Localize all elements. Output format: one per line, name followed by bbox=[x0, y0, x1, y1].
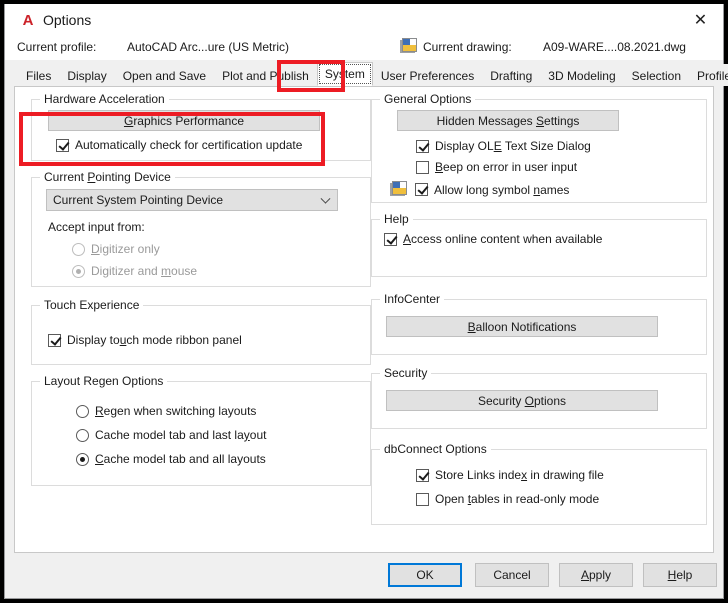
group-layout-regen-options: Layout Regen Options Regen when switchin… bbox=[31, 374, 371, 486]
apply-button[interactable]: Apply bbox=[559, 563, 633, 587]
radio-cache-last-layout-label: Cache model tab and last layout bbox=[95, 428, 267, 442]
allow-long-symbol-names-row[interactable]: Allow long symbol names bbox=[390, 181, 569, 198]
display-touch-mode-checkbox[interactable] bbox=[48, 333, 61, 347]
group-help: Help Access online content when availabl… bbox=[371, 212, 707, 277]
tab-system[interactable]: System bbox=[316, 62, 373, 86]
beep-on-error-checkbox[interactable] bbox=[416, 160, 429, 174]
radio-digitizer-only-row[interactable]: Digitizer only bbox=[72, 242, 160, 256]
store-links-index-row[interactable]: Store Links index in drawing file bbox=[416, 468, 604, 482]
group-hardware-acceleration: Hardware Acceleration Graphics Performan… bbox=[31, 92, 371, 161]
graphics-performance-label: Graphics Performance bbox=[123, 113, 245, 128]
radio-regen-switching-row[interactable]: Regen when switching layouts bbox=[76, 404, 256, 418]
group-dbconnect-options: dbConnect Options Store Links index in d… bbox=[371, 442, 707, 525]
radio-digitizer-and-mouse-row[interactable]: Digitizer and mouse bbox=[72, 264, 197, 278]
auto-check-certification-checkbox[interactable] bbox=[56, 138, 69, 152]
security-options-label: Security Options bbox=[477, 393, 567, 408]
current-profile-label: Current profile: bbox=[17, 40, 97, 54]
auto-check-certification-row[interactable]: Automatically check for certification up… bbox=[56, 138, 302, 152]
group-title-dbconnect: dbConnect Options bbox=[380, 442, 491, 456]
window-title: Options bbox=[43, 12, 92, 28]
access-online-content-checkbox[interactable] bbox=[384, 232, 397, 246]
cancel-button[interactable]: Cancel bbox=[475, 563, 549, 587]
allow-long-symbol-names-checkbox[interactable] bbox=[415, 183, 428, 196]
pointing-device-value: Current System Pointing Device bbox=[53, 193, 224, 207]
radio-cache-all-layouts-label: Cache model tab and all layouts bbox=[95, 452, 266, 466]
hidden-messages-settings-label: Hidden Messages Settings bbox=[436, 113, 580, 128]
help-button[interactable]: Help bbox=[643, 563, 717, 587]
radio-cache-last-layout-row[interactable]: Cache model tab and last layout bbox=[76, 428, 266, 442]
radio-cache-model-all-layouts[interactable] bbox=[76, 452, 89, 466]
tab-selection[interactable]: Selection bbox=[623, 64, 690, 86]
current-drawing-label: Current drawing: bbox=[423, 40, 512, 54]
options-dialog-window: A Options ✕ Current profile: AutoCAD Arc… bbox=[4, 4, 728, 599]
graphics-performance-button[interactable]: Graphics Performance bbox=[48, 110, 320, 131]
system-tab-panel: Hardware Acceleration Graphics Performan… bbox=[14, 86, 714, 553]
security-options-button[interactable]: Security Options bbox=[386, 390, 658, 411]
current-profile-value: AutoCAD Arc...ure (US Metric) bbox=[127, 40, 290, 54]
display-touch-mode-row[interactable]: Display touch mode ribbon panel bbox=[48, 333, 242, 347]
tab-open-and-save[interactable]: Open and Save bbox=[114, 64, 215, 86]
tab-drafting[interactable]: Drafting bbox=[482, 64, 541, 86]
balloon-notifications-button[interactable]: Balloon Notifications bbox=[386, 316, 658, 337]
store-links-index-label: Store Links index in drawing file bbox=[435, 468, 604, 482]
tab-display[interactable]: Display bbox=[59, 64, 115, 86]
display-ole-text-size-checkbox[interactable] bbox=[416, 139, 429, 153]
display-ole-text-size-label: Display OLE Text Size Dialog bbox=[435, 139, 591, 153]
group-pointing-device: Current Pointing Device Current System P… bbox=[31, 170, 371, 287]
radio-regen-switching-layouts[interactable] bbox=[76, 404, 89, 418]
radio-cache-all-layouts-row[interactable]: Cache model tab and all layouts bbox=[76, 452, 266, 466]
current-drawing-value: A09-WARE....08.2021.dwg bbox=[543, 40, 686, 54]
profile-info-row: Current profile: AutoCAD Arc...ure (US M… bbox=[5, 36, 723, 60]
group-title-infocenter: InfoCenter bbox=[380, 292, 445, 306]
dwg-file-icon bbox=[390, 181, 408, 198]
title-bar: A Options ✕ bbox=[5, 4, 723, 36]
group-title-general-options: General Options bbox=[380, 92, 476, 106]
beep-on-error-label: Beep on error in user input bbox=[435, 160, 578, 174]
group-title-layout-regen: Layout Regen Options bbox=[40, 374, 168, 388]
radio-digitizer-only-label: Digitizer only bbox=[91, 242, 160, 256]
open-tables-readonly-checkbox[interactable] bbox=[416, 492, 429, 506]
radio-digitizer-only[interactable] bbox=[72, 242, 85, 256]
display-touch-mode-label: Display touch mode ribbon panel bbox=[67, 333, 242, 347]
tab-3d-modeling[interactable]: 3D Modeling bbox=[540, 64, 624, 86]
tab-user-preferences[interactable]: User Preferences bbox=[372, 64, 483, 86]
screen: A Options ✕ Current profile: AutoCAD Arc… bbox=[0, 0, 728, 603]
balloon-notifications-label: Balloon Notifications bbox=[467, 319, 577, 334]
chevron-down-icon[interactable] bbox=[320, 193, 331, 204]
close-icon[interactable]: ✕ bbox=[678, 4, 723, 36]
beep-on-error-row[interactable]: Beep on error in user input bbox=[416, 160, 577, 174]
tab-plot-and-publish[interactable]: Plot and Publish bbox=[214, 64, 317, 86]
dialog-footer: OK Cancel Apply Help bbox=[5, 553, 723, 598]
group-infocenter: InfoCenter Balloon Notifications bbox=[371, 292, 707, 355]
display-ole-text-size-row[interactable]: Display OLE Text Size Dialog bbox=[416, 139, 591, 153]
open-tables-readonly-label: Open tables in read-only mode bbox=[435, 492, 600, 506]
dwg-file-icon bbox=[400, 38, 418, 58]
radio-digitizer-and-mouse-label: Digitizer and mouse bbox=[91, 264, 198, 278]
store-links-index-checkbox[interactable] bbox=[416, 468, 429, 482]
group-security: Security Security Options bbox=[371, 366, 707, 429]
group-touch-experience: Touch Experience Display touch mode ribb… bbox=[31, 298, 371, 365]
group-title-hardware-acceleration: Hardware Acceleration bbox=[40, 92, 169, 106]
access-online-content-label: Access online content when available bbox=[403, 232, 603, 246]
group-general-options: General Options Hidden Messages Settings… bbox=[371, 92, 707, 203]
group-title-touch-experience: Touch Experience bbox=[40, 298, 144, 312]
group-title-help: Help bbox=[380, 212, 413, 226]
tab-strip: Files Display Open and Save Plot and Pub… bbox=[5, 60, 728, 86]
tab-profiles[interactable]: Profiles bbox=[689, 64, 728, 86]
autocad-a-icon: A bbox=[22, 11, 34, 29]
radio-cache-model-last-layout[interactable] bbox=[76, 428, 89, 442]
group-title-security: Security bbox=[380, 366, 432, 380]
ok-button[interactable]: OK bbox=[388, 563, 462, 587]
auto-check-certification-label: Automatically check for certification up… bbox=[75, 138, 303, 152]
tab-files[interactable]: Files bbox=[18, 64, 60, 86]
access-online-content-row[interactable]: Access online content when available bbox=[384, 232, 602, 246]
radio-regen-switching-label: Regen when switching layouts bbox=[95, 404, 257, 418]
hidden-messages-settings-button[interactable]: Hidden Messages Settings bbox=[397, 110, 619, 131]
group-title-pointing-device: Current Pointing Device bbox=[40, 170, 175, 184]
open-tables-readonly-row[interactable]: Open tables in read-only mode bbox=[416, 492, 599, 506]
pointing-device-combobox[interactable]: Current System Pointing Device bbox=[46, 189, 338, 211]
accept-input-label: Accept input from: bbox=[48, 220, 145, 234]
allow-long-symbol-names-label: Allow long symbol names bbox=[434, 182, 570, 197]
radio-digitizer-and-mouse[interactable] bbox=[72, 264, 85, 278]
